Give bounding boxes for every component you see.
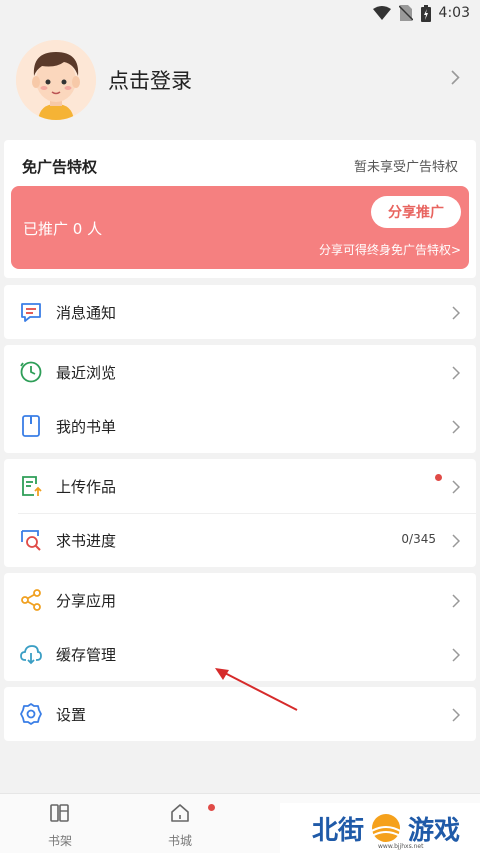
chevron-right-icon bbox=[452, 707, 461, 726]
ad-privilege-status: 暂未享受广告特权 bbox=[353, 160, 458, 175]
battery-icon bbox=[420, 4, 431, 22]
login-label[interactable]: 点击登录 bbox=[108, 65, 192, 95]
menu-item-messages[interactable]: 消息通知 bbox=[4, 285, 476, 339]
menu-label-messages: 消息通知 bbox=[56, 303, 117, 322]
profile-header[interactable]: 点击登录 bbox=[0, 26, 480, 134]
gear-icon bbox=[18, 701, 44, 727]
menu-item-upload[interactable]: 上传作品 bbox=[4, 459, 476, 513]
chevron-right-icon bbox=[452, 419, 461, 438]
annotation-arrow bbox=[215, 668, 298, 711]
watermark-url: www.bjjhxs.net bbox=[378, 843, 424, 850]
menu-item-request[interactable]: 求书进度 0/345 bbox=[4, 513, 476, 567]
share-icon bbox=[18, 587, 44, 613]
menu-label-cache: 缓存管理 bbox=[56, 645, 117, 664]
menu-label-booklist: 我的书单 bbox=[56, 417, 117, 436]
status-time: 4:03 bbox=[438, 5, 470, 21]
clock-icon bbox=[18, 359, 44, 385]
ad-privilege-card: 免广告特权 暂未享受广告特权 已推广 0 人 分享推广 分享可得终身免广告特权> bbox=[4, 140, 476, 278]
watermark-emblem bbox=[369, 814, 403, 842]
menu-label-upload: 上传作品 bbox=[56, 477, 117, 496]
notification-dot bbox=[208, 804, 215, 811]
nav-bookshelf[interactable]: 书架 bbox=[30, 802, 90, 849]
ad-privilege-title: 免广告特权 bbox=[22, 158, 98, 176]
chevron-right-icon bbox=[452, 479, 461, 498]
watermark-text-right: 游戏 bbox=[408, 815, 461, 846]
chevron-right-icon bbox=[452, 305, 461, 324]
promo-banner: 已推广 0 人 分享推广 分享可得终身免广告特权> bbox=[11, 186, 469, 269]
watermark-logo: 北街 游戏 www.bjjhxs.net bbox=[280, 803, 480, 853]
chevron-right-icon bbox=[451, 70, 460, 89]
chevron-right-icon bbox=[452, 647, 461, 666]
menu-label-settings: 设置 bbox=[56, 705, 87, 724]
nav-label-bookstore: 书城 bbox=[167, 834, 192, 848]
request-progress-count: 0/345 bbox=[401, 532, 436, 546]
status-bar: 4:03 bbox=[0, 0, 480, 26]
avatar[interactable] bbox=[16, 40, 96, 120]
nav-label-bookshelf: 书架 bbox=[47, 834, 72, 848]
wifi-icon bbox=[372, 6, 391, 20]
home-icon bbox=[169, 802, 191, 828]
chevron-right-icon bbox=[452, 533, 461, 552]
book-icon bbox=[18, 413, 44, 439]
bookshelf-icon bbox=[49, 802, 71, 828]
menu-item-recent[interactable]: 最近浏览 bbox=[4, 345, 476, 399]
upload-icon bbox=[18, 473, 44, 499]
cloud-download-icon bbox=[18, 641, 44, 667]
notification-dot bbox=[435, 474, 442, 481]
chevron-right-icon bbox=[452, 593, 461, 612]
chevron-right-icon bbox=[452, 365, 461, 384]
menu-label-request: 求书进度 bbox=[56, 531, 117, 550]
browse-card: 最近浏览 我的书单 bbox=[4, 345, 476, 453]
watermark-text-left: 北街 bbox=[312, 815, 365, 846]
menu-label-share-app: 分享应用 bbox=[56, 591, 117, 610]
message-icon bbox=[18, 299, 44, 325]
promo-count: 已推广 0 人 bbox=[23, 220, 103, 238]
share-promo-button[interactable]: 分享推广 bbox=[371, 196, 461, 228]
works-card: 上传作品 求书进度 0/345 bbox=[4, 459, 476, 567]
menu-item-share-app[interactable]: 分享应用 bbox=[4, 573, 476, 627]
promo-subtext-link[interactable]: 分享可得终身免广告特权> bbox=[319, 241, 461, 258]
nav-bookstore[interactable]: 书城 bbox=[150, 802, 215, 849]
menu-item-booklist[interactable]: 我的书单 bbox=[4, 399, 476, 453]
no-sim-icon bbox=[398, 5, 413, 21]
menu-label-recent: 最近浏览 bbox=[56, 363, 117, 382]
search-book-icon bbox=[18, 527, 44, 553]
messages-card: 消息通知 bbox=[4, 285, 476, 339]
